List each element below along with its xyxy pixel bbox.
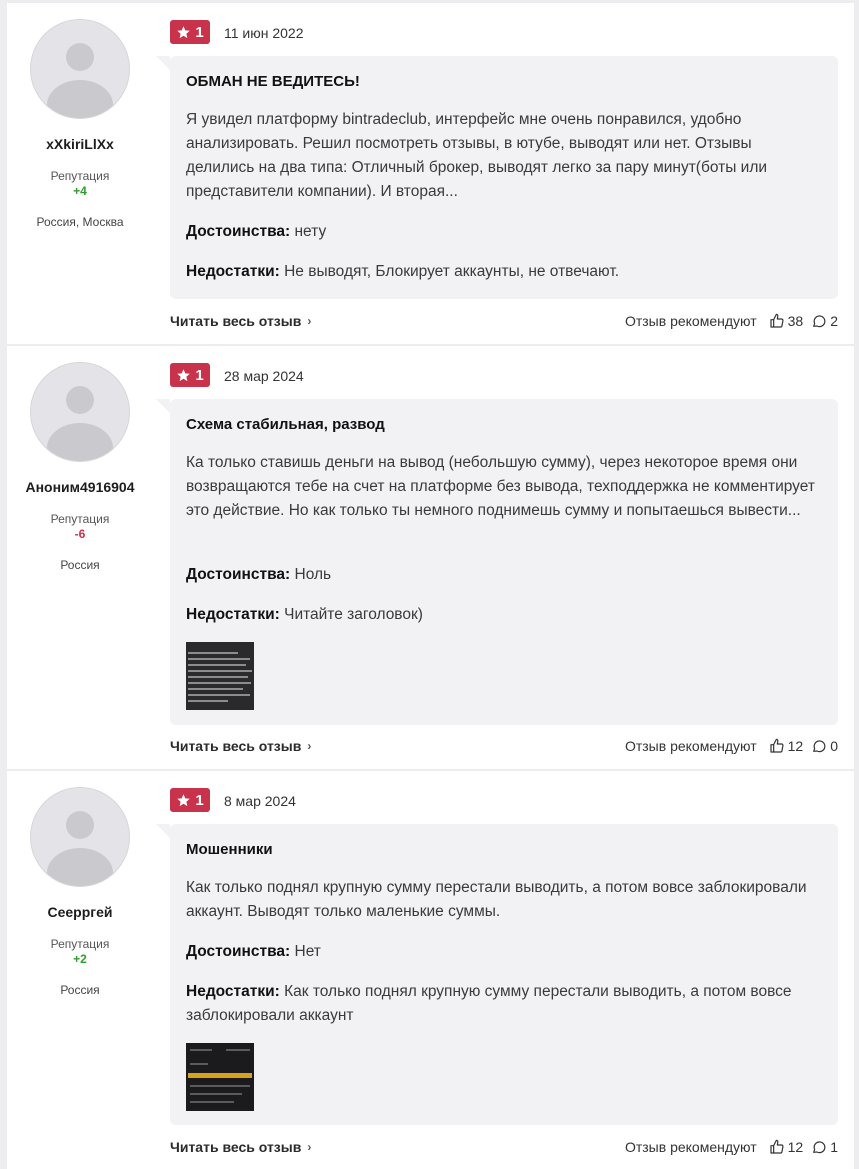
review-title[interactable]: Схема стабильная, развод <box>186 416 385 433</box>
thumbs-up-icon <box>770 1139 784 1154</box>
review-card: Сеерргей Репутация +2 Россия 1 8 мар 202… <box>7 771 854 1169</box>
read-full-review-link[interactable]: Читать весь отзыв › <box>170 738 311 754</box>
cons-label: Недостатки: <box>186 983 280 1000</box>
review-date: 8 мар 2024 <box>224 793 296 809</box>
cons-text: Не выводят, Блокирует аккаунты, не отвеч… <box>284 263 620 280</box>
rating-badge: 1 <box>170 20 210 44</box>
rating-value: 1 <box>195 366 204 384</box>
review-cons: Недостатки: Как только поднял крупную су… <box>186 980 816 1028</box>
avatar[interactable] <box>30 362 130 462</box>
author-location: Россия, Москва <box>36 215 124 229</box>
review-photo[interactable] <box>186 642 254 710</box>
comment-icon <box>813 740 826 753</box>
avatar[interactable] <box>30 787 130 887</box>
comments-button[interactable]: 2 <box>811 313 838 329</box>
cons-text: Читайте заголовок) <box>284 606 423 623</box>
reputation-value: -6 <box>74 527 86 541</box>
recommend-label: Отзыв рекомендуют <box>624 738 757 754</box>
pros-text: Нет <box>294 943 321 960</box>
review-actions: Отзыв рекомендуют 12 0 <box>625 738 838 754</box>
review-pros: Достоинства: нету <box>186 220 816 244</box>
author-location: Россия <box>60 983 100 997</box>
read-full-review-link[interactable]: Читать весь отзыв › <box>170 1139 311 1155</box>
star-icon <box>177 793 191 806</box>
star-icon <box>177 25 191 38</box>
reputation-label: Репутация <box>50 937 110 951</box>
thumbs-up-icon <box>770 738 784 753</box>
reputation-label: Репутация <box>50 512 110 526</box>
rating-badge: 1 <box>170 788 210 812</box>
likes-count: 12 <box>787 738 804 754</box>
recommend-label: Отзыв рекомендуют <box>624 313 757 329</box>
comment-icon <box>813 1141 826 1154</box>
review-actions: Отзыв рекомендуют 38 2 <box>625 313 838 329</box>
star-icon <box>177 368 191 381</box>
reputation-value: +4 <box>73 184 87 198</box>
review-pros: Достоинства: Нет <box>186 940 816 964</box>
review-footer: Читать весь отзыв › Отзыв рекомендуют 12… <box>170 736 838 756</box>
review-body: Мошенники Как только поднял крупную сумм… <box>156 824 838 1125</box>
author-name[interactable]: xXkiriLlXx <box>7 136 153 152</box>
author-name[interactable]: Сеерргей <box>7 904 153 920</box>
review-cons: Недостатки: Читайте заголовок) <box>186 603 816 627</box>
review-body: Схема стабильная, развод Ка только стави… <box>156 399 838 725</box>
like-button[interactable]: 12 <box>769 1139 804 1155</box>
chevron-right-icon: › <box>307 1140 312 1154</box>
review-text: Ка только ставишь деньги на вывод (небол… <box>186 454 815 519</box>
reputation-value: +2 <box>73 952 87 966</box>
rating-value: 1 <box>195 791 204 809</box>
rating-badge: 1 <box>170 363 210 387</box>
thumbs-up-icon <box>770 313 784 328</box>
review-pros: Достоинства: Ноль <box>186 563 816 587</box>
review-photo[interactable] <box>186 1043 254 1111</box>
reputation-label: Репутация <box>50 169 110 183</box>
comments-count: 0 <box>830 738 838 754</box>
recommend-label: Отзыв рекомендуют <box>624 1139 757 1155</box>
review-title[interactable]: Мошенники <box>186 841 273 858</box>
like-button[interactable]: 38 <box>769 313 804 329</box>
read-more-label: Читать весь отзыв <box>170 1139 302 1155</box>
review-card: xXkiriLlXx Репутация +4 Россия, Москва 1… <box>7 3 854 344</box>
comments-count: 1 <box>830 1139 838 1155</box>
reviews-feed: xXkiriLlXx Репутация +4 Россия, Москва 1… <box>0 0 859 1169</box>
review-date: 28 мар 2024 <box>224 368 304 384</box>
comment-icon <box>813 315 826 328</box>
review-text: Я увидел платформу bintradeclub, интерфе… <box>186 111 768 200</box>
pros-label: Достоинства: <box>186 566 291 583</box>
read-more-label: Читать весь отзыв <box>170 738 302 754</box>
review-actions: Отзыв рекомендуют 12 1 <box>625 1139 838 1155</box>
pros-label: Достоинства: <box>186 943 291 960</box>
author-location: Россия <box>60 558 100 572</box>
likes-count: 12 <box>787 1139 804 1155</box>
read-full-review-link[interactable]: Читать весь отзыв › <box>170 313 311 329</box>
read-more-label: Читать весь отзыв <box>170 313 302 329</box>
pros-text: Ноль <box>294 566 332 583</box>
chevron-right-icon: › <box>307 314 312 328</box>
cons-label: Недостатки: <box>186 263 280 280</box>
review-text: Как только поднял крупную сумму перестал… <box>186 879 807 920</box>
review-card: Аноним4916904 Репутация -6 Россия 1 28 м… <box>7 346 854 769</box>
cons-label: Недостатки: <box>186 606 280 623</box>
review-date: 11 июн 2022 <box>224 25 304 41</box>
like-button[interactable]: 12 <box>769 738 804 754</box>
review-title[interactable]: ОБМАН НЕ ВЕДИТЕСЬ! <box>186 73 360 90</box>
review-footer: Читать весь отзыв › Отзыв рекомендуют 38… <box>170 311 838 331</box>
pros-label: Достоинства: <box>186 223 291 240</box>
comments-button[interactable]: 1 <box>811 1139 838 1155</box>
likes-count: 38 <box>787 313 804 329</box>
author-name[interactable]: Аноним4916904 <box>7 479 153 495</box>
comments-button[interactable]: 0 <box>811 738 838 754</box>
review-footer: Читать весь отзыв › Отзыв рекомендуют 12… <box>170 1137 838 1157</box>
rating-value: 1 <box>195 23 204 41</box>
review-body: ОБМАН НЕ ВЕДИТЕСЬ! Я увидел платформу bi… <box>156 56 838 299</box>
pros-text: нету <box>294 223 327 240</box>
comments-count: 2 <box>830 313 838 329</box>
review-cons: Недостатки: Не выводят, Блокирует аккаун… <box>186 260 816 284</box>
chevron-right-icon: › <box>307 739 312 753</box>
avatar[interactable] <box>30 19 130 119</box>
